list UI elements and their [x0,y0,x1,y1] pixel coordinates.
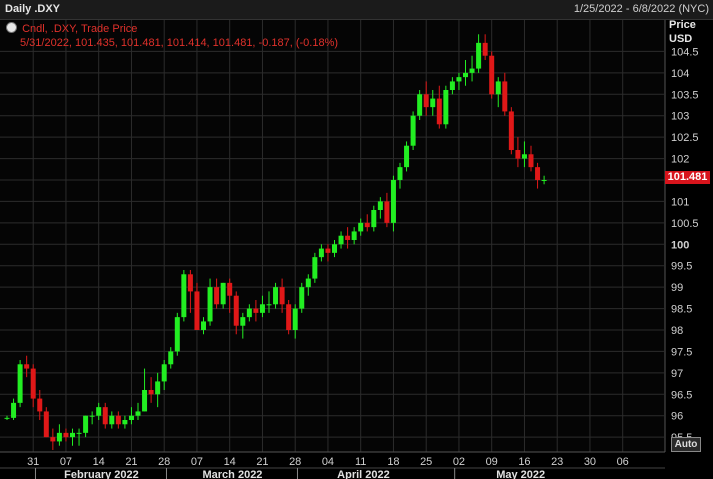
x-tick-label: 21 [125,456,137,468]
month-label: March 2022 [203,469,263,479]
x-tick-label: 14 [224,456,236,468]
legend: Cndl, .DXY, Trade Price 5/31/2022, 101.4… [6,22,338,50]
candle[interactable] [17,360,23,408]
y-tick-label: 103.5 [671,89,699,101]
y-tick-label: 102 [671,154,689,166]
y-tick-label: 97 [671,368,683,380]
x-tick-label: 14 [93,456,105,468]
axis-header-price: Price [669,19,696,31]
candle[interactable] [299,282,305,313]
auto-scale-button[interactable]: Auto [671,437,701,452]
y-tick-label: 104 [671,68,689,80]
y-tick-label: 100 [671,239,689,251]
candle[interactable] [417,90,423,120]
candle[interactable] [43,407,49,438]
x-tick-label: 06 [617,456,629,468]
candle[interactable] [174,312,180,356]
candle[interactable] [443,85,449,129]
x-tick-label: 07 [60,456,72,468]
candlestick-chart[interactable]: 95.59696.59797.59898.59999.5100100.51011… [0,20,713,479]
candle[interactable] [410,111,416,150]
x-tick-label: 09 [486,456,498,468]
y-tick-label: 103 [671,111,689,123]
candle[interactable] [312,252,318,283]
x-tick-label: 25 [420,456,432,468]
x-tick-label: 28 [158,456,170,468]
x-tick-label: 11 [355,456,366,468]
y-tick-label: 101 [671,196,689,208]
x-tick-label: 30 [584,456,596,468]
chart-header-bar: Daily .DXY 1/25/2022 - 6/8/2022 (NYC) [0,0,713,20]
x-tick-label: 23 [551,456,563,468]
legend-values: 5/31/2022, 101.435, 101.481, 101.414, 10… [20,37,339,49]
legend-series: Cndl, .DXY, Trade Price [22,23,138,35]
month-label: May 2022 [496,469,545,479]
y-tick-label: 99.5 [671,261,692,273]
candle[interactable] [404,141,410,172]
x-tick-label: 07 [191,456,203,468]
price-axis-header: Price USD [669,18,696,46]
y-tick-label: 102.5 [671,132,699,144]
y-tick-label: 104.5 [671,46,699,58]
axis-header-currency: USD [669,33,693,45]
candle[interactable] [286,300,292,335]
y-tick-label: 98.5 [671,304,692,316]
y-tick-label: 96.5 [671,389,692,401]
y-tick-label: 97.5 [671,346,692,358]
last-price-badge: 101.481 [665,171,710,184]
x-tick-label: 04 [322,456,334,468]
x-tick-label: 21 [256,456,268,468]
x-tick-label: 02 [453,456,465,468]
month-label: February 2022 [64,469,139,479]
month-label: April 2022 [337,469,390,479]
x-tick-label: 28 [289,456,301,468]
y-tick-label: 96 [671,411,683,423]
candle[interactable] [181,270,187,322]
grid-lines [0,20,665,452]
x-tick-label: 31 [27,456,39,468]
y-tick-label: 98 [671,325,683,337]
chart-title: Daily .DXY [5,3,61,15]
settings-icon[interactable] [6,22,17,33]
x-tick-label: 18 [387,456,399,468]
price-axis: 95.59696.59797.59898.59999.5100100.51011… [664,20,699,452]
date-range[interactable]: 1/25/2022 - 6/8/2022 (NYC) [574,3,709,15]
date-axis: 31 07 14 21 28 07 14 21 28 04 11 18 25 02 09 16 23 30 06 Fe… [0,451,665,479]
x-tick-label: 16 [518,456,530,468]
candle[interactable] [508,107,514,155]
y-tick-label: 99 [671,282,683,294]
candle[interactable] [489,51,495,99]
y-tick-label: 100.5 [671,218,699,230]
